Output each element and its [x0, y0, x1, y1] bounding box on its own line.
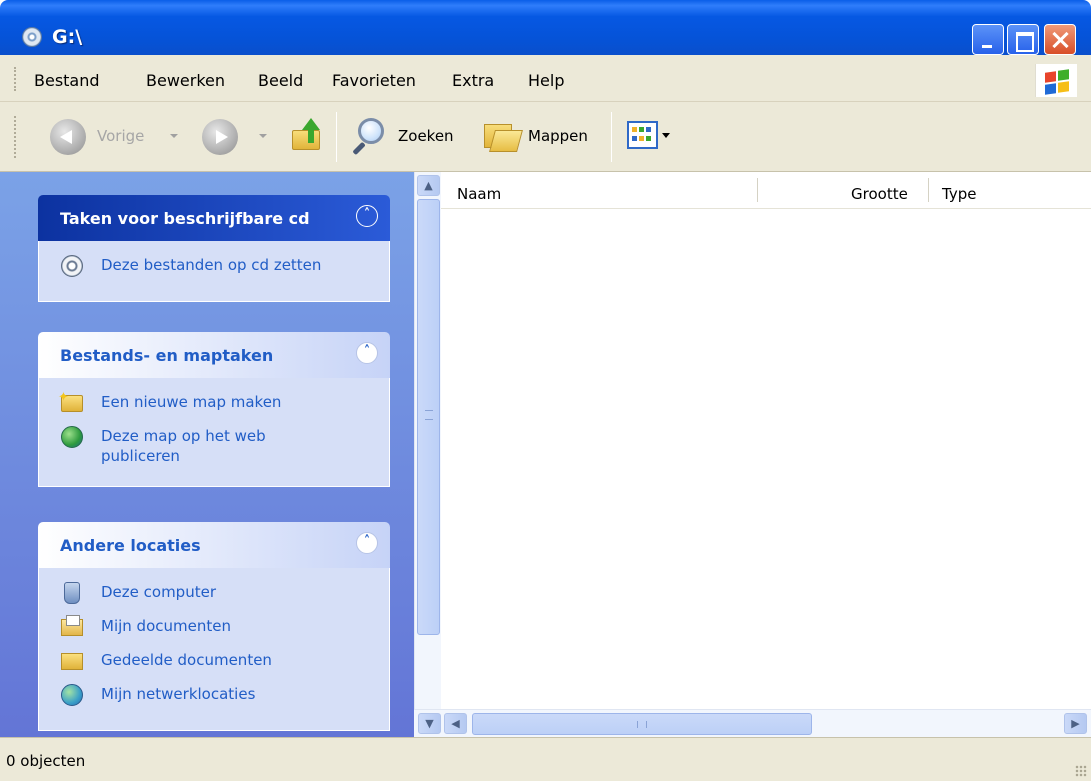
- horizontal-scrollbar[interactable]: ▼ ◀ ▶: [414, 709, 1091, 737]
- menu-help[interactable]: Help: [528, 71, 564, 90]
- toolbar-grip[interactable]: [14, 116, 17, 158]
- menu-bestand[interactable]: Bestand: [34, 71, 100, 90]
- menu-extra[interactable]: Extra: [452, 71, 494, 90]
- folder-up-icon[interactable]: [290, 118, 324, 152]
- task-pane-scrollbar[interactable]: ▲ ▼: [414, 172, 441, 737]
- task-label[interactable]: Gedeelde documenten: [101, 651, 272, 669]
- panel-body: Deze computer Mijn documenten Gedeelde d…: [38, 568, 390, 731]
- network-places-icon: [61, 684, 83, 706]
- scroll-left-icon[interactable]: ◀: [444, 713, 467, 734]
- scroll-up-icon[interactable]: ▲: [417, 175, 440, 196]
- panel-body: Deze bestanden op cd zetten: [38, 241, 390, 302]
- menu-bewerken[interactable]: Bewerken: [146, 71, 225, 90]
- task-my-computer[interactable]: Deze computer: [39, 582, 389, 608]
- scrollbar-thumb[interactable]: [472, 713, 812, 735]
- views-dropdown-icon[interactable]: [662, 133, 670, 138]
- new-folder-icon: [58, 388, 83, 412]
- scroll-down-icon[interactable]: ▼: [418, 713, 441, 734]
- cd-icon: [61, 255, 83, 277]
- panel-header[interactable]: Taken voor beschrijfbare cd ˄: [38, 195, 390, 241]
- panel-file-folder-tasks: Bestands- en maptaken ˄ Een nieuwe map m…: [38, 332, 390, 487]
- cd-drive-icon: [22, 27, 42, 47]
- resize-grip-icon[interactable]: [1075, 765, 1087, 777]
- collapse-icon[interactable]: ˄: [356, 342, 378, 364]
- task-write-to-cd[interactable]: Deze bestanden op cd zetten: [39, 255, 389, 281]
- toolbar-separator: [611, 112, 612, 162]
- close-button[interactable]: [1044, 24, 1076, 55]
- status-text: 0 objecten: [6, 752, 86, 770]
- panel-title: Taken voor beschrijfbare cd: [60, 209, 310, 228]
- back-arrow-icon[interactable]: [50, 119, 86, 155]
- panel-title: Bestands- en maptaken: [60, 346, 274, 365]
- column-divider[interactable]: [928, 178, 929, 202]
- column-header-type[interactable]: Type: [942, 185, 976, 203]
- task-publish-web[interactable]: Deze map op het web publiceren: [39, 426, 389, 466]
- panel-other-places: Andere locaties ˄ Deze computer Mijn doc…: [38, 522, 390, 731]
- task-label[interactable]: Mijn netwerklocaties: [101, 685, 255, 703]
- task-pane: Taken voor beschrijfbare cd ˄ Deze besta…: [0, 172, 414, 737]
- panel-cd-tasks: Taken voor beschrijfbare cd ˄ Deze besta…: [38, 195, 390, 302]
- maximize-button[interactable]: [1007, 24, 1039, 55]
- views-icon[interactable]: [627, 121, 658, 149]
- shared-documents-icon: [61, 653, 83, 670]
- scroll-right-icon[interactable]: ▶: [1064, 713, 1087, 734]
- status-bar: 0 objecten: [0, 737, 1091, 781]
- toolbar-separator: [336, 112, 337, 162]
- folders-icon[interactable]: [482, 118, 523, 154]
- publish-web-icon: [61, 426, 83, 448]
- column-header-bar: Naam Grootte Type: [441, 172, 1091, 209]
- task-label[interactable]: Deze bestanden op cd zetten: [101, 256, 321, 274]
- minimize-button[interactable]: [972, 24, 1004, 55]
- file-list[interactable]: [441, 209, 1091, 709]
- panel-header[interactable]: Andere locaties ˄: [38, 522, 390, 568]
- task-label[interactable]: Een nieuwe map maken: [101, 393, 281, 411]
- folders-button-label[interactable]: Mappen: [528, 127, 588, 145]
- collapse-icon[interactable]: ˄: [356, 532, 378, 554]
- forward-arrow-icon[interactable]: [202, 119, 238, 155]
- menu-favorieten[interactable]: Favorieten: [332, 71, 416, 90]
- task-label[interactable]: Mijn documenten: [101, 617, 231, 635]
- panel-header[interactable]: Bestands- en maptaken ˄: [38, 332, 390, 378]
- column-divider[interactable]: [757, 178, 758, 202]
- scrollbar-thumb[interactable]: [417, 199, 440, 635]
- search-icon[interactable]: [350, 118, 386, 156]
- column-header-size[interactable]: Grootte: [851, 185, 908, 203]
- task-network-places[interactable]: Mijn netwerklocaties: [39, 684, 389, 710]
- task-shared-documents[interactable]: Gedeelde documenten: [39, 650, 389, 676]
- forward-dropdown-icon[interactable]: [259, 134, 267, 138]
- task-new-folder[interactable]: Een nieuwe map maken: [39, 388, 389, 418]
- panel-title: Andere locaties: [60, 536, 201, 555]
- collapse-icon[interactable]: ˄: [356, 205, 378, 227]
- task-label[interactable]: Deze map op het web publiceren: [101, 427, 266, 465]
- task-my-documents[interactable]: Mijn documenten: [39, 615, 389, 642]
- panel-body: Een nieuwe map maken Deze map op het web…: [38, 378, 390, 487]
- back-button-label[interactable]: Vorige: [97, 127, 144, 145]
- title-bar[interactable]: G:\: [0, 0, 1091, 55]
- windows-logo-icon: [1035, 64, 1077, 97]
- menu-grip[interactable]: [14, 67, 17, 91]
- computer-icon: [64, 582, 80, 604]
- menu-beeld[interactable]: Beeld: [258, 71, 303, 90]
- task-label[interactable]: Deze computer: [101, 583, 216, 601]
- search-button-label[interactable]: Zoeken: [398, 127, 454, 145]
- window-title: G:\: [52, 26, 83, 48]
- back-dropdown-icon[interactable]: [170, 134, 178, 138]
- column-header-name[interactable]: Naam: [457, 185, 501, 203]
- my-documents-icon: [61, 615, 83, 636]
